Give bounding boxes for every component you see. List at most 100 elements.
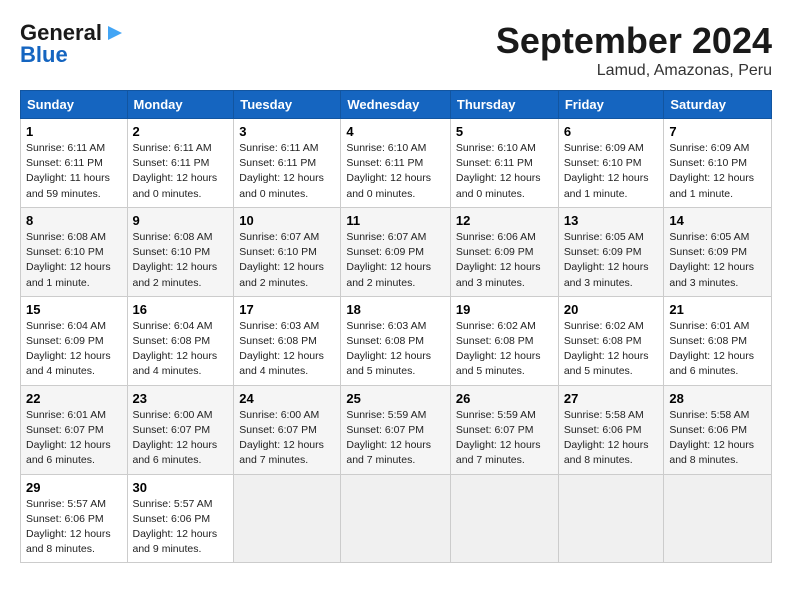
logo-blue: Blue: [20, 42, 68, 68]
day-number: 18: [346, 302, 445, 317]
day-info: Sunrise: 6:05 AM Sunset: 6:09 PM Dayligh…: [564, 230, 659, 291]
calendar-cell: 3 Sunrise: 6:11 AM Sunset: 6:11 PM Daylig…: [234, 119, 341, 208]
calendar-cell: 11 Sunrise: 6:07 AM Sunset: 6:09 PM Dayli…: [341, 207, 451, 296]
day-number: 8: [26, 213, 122, 228]
calendar-cell: 4 Sunrise: 6:10 AM Sunset: 6:11 PM Daylig…: [341, 119, 451, 208]
day-info: Sunrise: 6:08 AM Sunset: 6:10 PM Dayligh…: [133, 230, 229, 291]
calendar-row-5: 29Sunrise: 5:57 AM Sunset: 6:06 PM Dayli…: [21, 474, 772, 563]
day-info: Sunrise: 6:09 AM Sunset: 6:10 PM Dayligh…: [564, 141, 659, 202]
day-number: 4: [346, 124, 445, 139]
day-info: Sunrise: 6:11 AM Sunset: 6:11 PM Dayligh…: [239, 141, 335, 202]
calendar-cell: 8 Sunrise: 6:08 AM Sunset: 6:10 PM Daylig…: [21, 207, 128, 296]
day-number: 20: [564, 302, 659, 317]
calendar-cell: 10 Sunrise: 6:07 AM Sunset: 6:10 PM Dayli…: [234, 207, 341, 296]
calendar-cell: 15 Sunrise: 6:04 AM Sunset: 6:09 PM Dayli…: [21, 296, 128, 385]
calendar-cell: 6 Sunrise: 6:09 AM Sunset: 6:10 PM Daylig…: [558, 119, 664, 208]
calendar-cell: 13Sunrise: 6:05 AM Sunset: 6:09 PM Dayli…: [558, 207, 664, 296]
page-header: General Blue September 2024 Lamud, Amazo…: [20, 20, 772, 80]
calendar-cell: 9Sunrise: 6:08 AM Sunset: 6:10 PM Daylig…: [127, 207, 234, 296]
header-monday: Monday: [127, 91, 234, 119]
day-info: Sunrise: 6:03 AM Sunset: 6:08 PM Dayligh…: [239, 319, 335, 380]
day-number: 19: [456, 302, 553, 317]
day-info: Sunrise: 6:10 AM Sunset: 6:11 PM Dayligh…: [346, 141, 445, 202]
calendar-cell: 30 Sunrise: 5:57 AM Sunset: 6:06 PM Dayli…: [127, 474, 234, 563]
day-number: 22: [26, 391, 122, 406]
day-info: Sunrise: 6:00 AM Sunset: 6:07 PM Dayligh…: [239, 408, 335, 469]
day-number: 30: [133, 480, 229, 495]
day-number: 15: [26, 302, 122, 317]
calendar-cell: [664, 474, 772, 563]
header-wednesday: Wednesday: [341, 91, 451, 119]
day-info: Sunrise: 5:59 AM Sunset: 6:07 PM Dayligh…: [346, 408, 445, 469]
calendar-table: Sunday Monday Tuesday Wednesday Thursday…: [20, 90, 772, 563]
calendar-cell: [234, 474, 341, 563]
header-sunday: Sunday: [21, 91, 128, 119]
calendar-cell: 28Sunrise: 5:58 AM Sunset: 6:06 PM Dayli…: [664, 385, 772, 474]
calendar-row-3: 15 Sunrise: 6:04 AM Sunset: 6:09 PM Dayli…: [21, 296, 772, 385]
calendar-cell: 20 Sunrise: 6:02 AM Sunset: 6:08 PM Dayli…: [558, 296, 664, 385]
calendar-cell: 29Sunrise: 5:57 AM Sunset: 6:06 PM Dayli…: [21, 474, 128, 563]
day-number: 17: [239, 302, 335, 317]
day-info: Sunrise: 6:04 AM Sunset: 6:09 PM Dayligh…: [26, 319, 122, 380]
day-number: 5: [456, 124, 553, 139]
header-tuesday: Tuesday: [234, 91, 341, 119]
day-info: Sunrise: 6:11 AM Sunset: 6:11 PM Dayligh…: [133, 141, 229, 202]
calendar-cell: 5Sunrise: 6:10 AM Sunset: 6:11 PM Daylig…: [450, 119, 558, 208]
calendar-cell: 18 Sunrise: 6:03 AM Sunset: 6:08 PM Dayli…: [341, 296, 451, 385]
day-info: Sunrise: 5:57 AM Sunset: 6:06 PM Dayligh…: [133, 497, 229, 558]
calendar-row-1: 1 Sunrise: 6:11 AM Sunset: 6:11 PM Daylig…: [21, 119, 772, 208]
calendar-cell: [341, 474, 451, 563]
day-number: 26: [456, 391, 553, 406]
header-saturday: Saturday: [664, 91, 772, 119]
day-info: Sunrise: 6:11 AM Sunset: 6:11 PM Dayligh…: [26, 141, 122, 202]
day-number: 24: [239, 391, 335, 406]
day-info: Sunrise: 6:00 AM Sunset: 6:07 PM Dayligh…: [133, 408, 229, 469]
day-number: 21: [669, 302, 766, 317]
calendar-cell: 2 Sunrise: 6:11 AM Sunset: 6:11 PM Daylig…: [127, 119, 234, 208]
day-number: 27: [564, 391, 659, 406]
day-info: Sunrise: 6:07 AM Sunset: 6:09 PM Dayligh…: [346, 230, 445, 291]
header-friday: Friday: [558, 91, 664, 119]
day-info: Sunrise: 6:09 AM Sunset: 6:10 PM Dayligh…: [669, 141, 766, 202]
day-info: Sunrise: 5:59 AM Sunset: 6:07 PM Dayligh…: [456, 408, 553, 469]
day-number: 1: [26, 124, 122, 139]
day-info: Sunrise: 6:04 AM Sunset: 6:08 PM Dayligh…: [133, 319, 229, 380]
calendar-cell: 25Sunrise: 5:59 AM Sunset: 6:07 PM Dayli…: [341, 385, 451, 474]
calendar-cell: [450, 474, 558, 563]
day-info: Sunrise: 6:01 AM Sunset: 6:07 PM Dayligh…: [26, 408, 122, 469]
day-info: Sunrise: 5:57 AM Sunset: 6:06 PM Dayligh…: [26, 497, 122, 558]
logo: General Blue: [20, 20, 126, 68]
day-info: Sunrise: 6:02 AM Sunset: 6:08 PM Dayligh…: [564, 319, 659, 380]
calendar-cell: 1 Sunrise: 6:11 AM Sunset: 6:11 PM Daylig…: [21, 119, 128, 208]
calendar-cell: 27 Sunrise: 5:58 AM Sunset: 6:06 PM Dayli…: [558, 385, 664, 474]
calendar-cell: 19 Sunrise: 6:02 AM Sunset: 6:08 PM Dayli…: [450, 296, 558, 385]
day-number: 10: [239, 213, 335, 228]
day-number: 3: [239, 124, 335, 139]
calendar-cell: 23 Sunrise: 6:00 AM Sunset: 6:07 PM Dayli…: [127, 385, 234, 474]
day-info: Sunrise: 5:58 AM Sunset: 6:06 PM Dayligh…: [564, 408, 659, 469]
calendar-cell: 24 Sunrise: 6:00 AM Sunset: 6:07 PM Dayli…: [234, 385, 341, 474]
day-info: Sunrise: 6:02 AM Sunset: 6:08 PM Dayligh…: [456, 319, 553, 380]
day-number: 11: [346, 213, 445, 228]
logo-icon: [104, 22, 126, 44]
day-number: 12: [456, 213, 553, 228]
day-number: 16: [133, 302, 229, 317]
day-info: Sunrise: 6:01 AM Sunset: 6:08 PM Dayligh…: [669, 319, 766, 380]
calendar-cell: 7Sunrise: 6:09 AM Sunset: 6:10 PM Daylig…: [664, 119, 772, 208]
day-info: Sunrise: 6:08 AM Sunset: 6:10 PM Dayligh…: [26, 230, 122, 291]
calendar-cell: [558, 474, 664, 563]
calendar-cell: 21 Sunrise: 6:01 AM Sunset: 6:08 PM Dayli…: [664, 296, 772, 385]
day-number: 2: [133, 124, 229, 139]
calendar-cell: 14Sunrise: 6:05 AM Sunset: 6:09 PM Dayli…: [664, 207, 772, 296]
day-info: Sunrise: 6:07 AM Sunset: 6:10 PM Dayligh…: [239, 230, 335, 291]
day-info: Sunrise: 6:06 AM Sunset: 6:09 PM Dayligh…: [456, 230, 553, 291]
day-number: 28: [669, 391, 766, 406]
day-number: 23: [133, 391, 229, 406]
day-info: Sunrise: 6:05 AM Sunset: 6:09 PM Dayligh…: [669, 230, 766, 291]
calendar-cell: 17 Sunrise: 6:03 AM Sunset: 6:08 PM Dayli…: [234, 296, 341, 385]
day-number: 6: [564, 124, 659, 139]
location: Lamud, Amazonas, Peru: [496, 62, 772, 80]
header-thursday: Thursday: [450, 91, 558, 119]
calendar-header-row: Sunday Monday Tuesday Wednesday Thursday…: [21, 91, 772, 119]
day-info: Sunrise: 6:03 AM Sunset: 6:08 PM Dayligh…: [346, 319, 445, 380]
